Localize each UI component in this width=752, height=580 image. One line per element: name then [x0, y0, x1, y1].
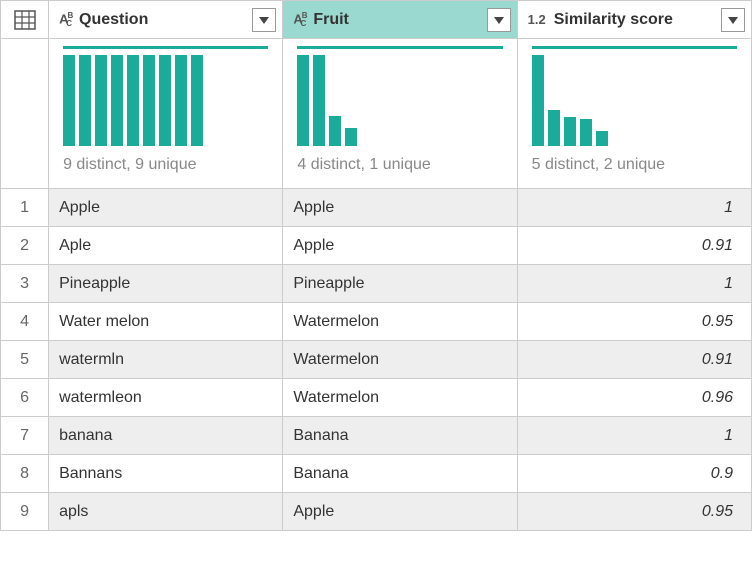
column-profile-fruit: 4 distinct, 1 unique — [283, 39, 517, 189]
distribution-bar — [297, 55, 309, 146]
cell-similarity-score[interactable]: 1 — [517, 417, 751, 455]
cell-question[interactable]: apls — [49, 493, 283, 531]
table-icon — [5, 10, 44, 30]
table-row[interactable]: 6watermleonWatermelon0.96 — [1, 379, 752, 417]
cell-question[interactable]: Water melon — [49, 303, 283, 341]
cell-similarity-score[interactable]: 0.9 — [517, 455, 751, 493]
row-number[interactable]: 7 — [1, 417, 49, 455]
col-header-fruit[interactable]: ABC Fruit — [283, 1, 517, 39]
cell-fruit[interactable]: Pineapple — [283, 265, 517, 303]
distribution-bar — [580, 119, 592, 146]
distribution-bar — [596, 131, 608, 146]
column-profile-question: 9 distinct, 9 unique — [49, 39, 283, 189]
col-label: Question — [79, 11, 148, 29]
cell-question[interactable]: Aple — [49, 227, 283, 265]
distribution-bar — [95, 55, 107, 146]
row-number[interactable]: 4 — [1, 303, 49, 341]
row-number[interactable]: 1 — [1, 189, 49, 227]
column-stats: 9 distinct, 9 unique — [63, 156, 268, 174]
col-label: Fruit — [313, 11, 349, 29]
row-number[interactable]: 9 — [1, 493, 49, 531]
cell-fruit[interactable]: Apple — [283, 227, 517, 265]
distribution-bar — [175, 55, 187, 146]
row-number[interactable]: 6 — [1, 379, 49, 417]
row-number[interactable]: 3 — [1, 265, 49, 303]
profile-row-corner — [1, 39, 49, 189]
table-row[interactable]: 8BannansBanana0.9 — [1, 455, 752, 493]
cell-similarity-score[interactable]: 0.91 — [517, 227, 751, 265]
distribution-bar — [63, 55, 75, 146]
cell-fruit[interactable]: Watermelon — [283, 341, 517, 379]
col-header-similarity-score[interactable]: 1.2 Similarity score — [517, 1, 751, 39]
cell-fruit[interactable]: Apple — [283, 189, 517, 227]
filter-dropdown-button[interactable] — [721, 8, 745, 32]
distribution-bar — [127, 55, 139, 146]
cell-question[interactable]: Bannans — [49, 455, 283, 493]
cell-question[interactable]: watermln — [49, 341, 283, 379]
cell-similarity-score[interactable]: 1 — [517, 189, 751, 227]
type-icon-text: ABC — [293, 11, 305, 29]
cell-fruit[interactable]: Banana — [283, 455, 517, 493]
cell-similarity-score[interactable]: 0.96 — [517, 379, 751, 417]
type-icon-number: 1.2 — [528, 12, 546, 27]
filter-dropdown-button[interactable] — [252, 8, 276, 32]
cell-similarity-score[interactable]: 0.95 — [517, 303, 751, 341]
table-row[interactable]: 4Water melonWatermelon0.95 — [1, 303, 752, 341]
cell-similarity-score[interactable]: 0.95 — [517, 493, 751, 531]
cell-fruit[interactable]: Apple — [283, 493, 517, 531]
table-row[interactable]: 3PineapplePineapple1 — [1, 265, 752, 303]
cell-fruit[interactable]: Watermelon — [283, 303, 517, 341]
cell-question[interactable]: Apple — [49, 189, 283, 227]
table-row[interactable]: 5watermlnWatermelon0.91 — [1, 341, 752, 379]
table-row[interactable]: 7bananaBanana1 — [1, 417, 752, 455]
table-row[interactable]: 9aplsApple0.95 — [1, 493, 752, 531]
cell-similarity-score[interactable]: 0.91 — [517, 341, 751, 379]
distribution-bar — [532, 55, 544, 146]
row-number[interactable]: 2 — [1, 227, 49, 265]
filter-dropdown-button[interactable] — [487, 8, 511, 32]
distribution-bar — [329, 116, 341, 146]
cell-question[interactable]: banana — [49, 417, 283, 455]
table-row[interactable]: 1AppleApple1 — [1, 189, 752, 227]
distribution-chart — [63, 46, 268, 146]
cell-question[interactable]: watermleon — [49, 379, 283, 417]
column-stats: 5 distinct, 2 unique — [532, 156, 737, 174]
cell-fruit[interactable]: Watermelon — [283, 379, 517, 417]
distribution-bar — [159, 55, 171, 146]
table-corner[interactable] — [1, 1, 49, 39]
cell-fruit[interactable]: Banana — [283, 417, 517, 455]
col-header-question[interactable]: ABC Question — [49, 1, 283, 39]
distribution-bar — [79, 55, 91, 146]
distribution-bar — [548, 110, 560, 146]
column-profile-similarity-score: 5 distinct, 2 unique — [517, 39, 751, 189]
data-table: ABC Question ABC Fruit — [0, 0, 752, 531]
distribution-chart — [297, 46, 502, 146]
row-number[interactable]: 5 — [1, 341, 49, 379]
distribution-bar — [564, 117, 576, 146]
distribution-bar — [111, 55, 123, 146]
cell-similarity-score[interactable]: 1 — [517, 265, 751, 303]
column-stats: 4 distinct, 1 unique — [297, 156, 502, 174]
distribution-chart — [532, 46, 737, 146]
col-label: Similarity score — [554, 11, 673, 29]
distribution-bar — [191, 55, 203, 146]
distribution-bar — [345, 128, 357, 146]
distribution-bar — [313, 55, 325, 146]
cell-question[interactable]: Pineapple — [49, 265, 283, 303]
table-row[interactable]: 2ApleApple0.91 — [1, 227, 752, 265]
row-number[interactable]: 8 — [1, 455, 49, 493]
distribution-bar — [143, 55, 155, 146]
type-icon-text: ABC — [59, 11, 71, 29]
